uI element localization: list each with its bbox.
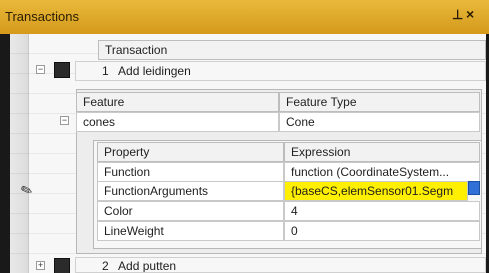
- property-name: FunctionArguments: [104, 184, 209, 198]
- expander-feature-cones[interactable]: −: [60, 116, 69, 125]
- feature-type-header: Feature Type: [279, 92, 480, 112]
- expression-value: 0: [291, 224, 298, 238]
- property-row-lineweight[interactable]: LineWeight: [97, 221, 284, 241]
- expression-row-color[interactable]: 4: [284, 201, 480, 221]
- property-name: Function: [104, 165, 151, 179]
- feature-type-cell[interactable]: Cone: [279, 112, 480, 132]
- transaction-1-label: Add leidingen: [118, 64, 191, 78]
- transaction-row-2[interactable]: 2 Add putten: [75, 257, 486, 273]
- expression-value: function (CoordinateSystem...: [291, 165, 450, 179]
- expression-value: 4: [291, 204, 298, 218]
- panel-title: Transactions: [5, 9, 79, 24]
- close-icon[interactable]: ×: [466, 6, 474, 22]
- transaction-1-index: 1: [102, 64, 109, 78]
- transaction-2-index: 2: [102, 259, 109, 273]
- transaction-column-header: Transaction: [98, 40, 486, 60]
- expression-row-functionarguments[interactable]: {baseCS,elemSensor01.Segm: [284, 181, 468, 201]
- property-row-functionarguments[interactable]: FunctionArguments: [97, 181, 284, 201]
- transaction-1-icon: [54, 62, 70, 78]
- transaction-2-icon: [54, 258, 70, 273]
- expression-value: {baseCS,elemSensor01.Segm: [291, 184, 454, 198]
- feature-header: Feature: [76, 92, 279, 112]
- expression-header-label: Expression: [291, 145, 351, 159]
- transaction-column-header-label: Transaction: [105, 43, 168, 57]
- property-header: Property: [97, 142, 284, 162]
- panel-title-bar: Transactions ⊥ ×: [0, 0, 489, 34]
- expander-transaction-1[interactable]: −: [36, 65, 45, 74]
- feature-header-label: Feature: [83, 95, 125, 109]
- property-header-label: Property: [104, 145, 150, 159]
- pin-icon[interactable]: ⊥: [452, 7, 463, 23]
- expression-header: Expression: [284, 142, 480, 162]
- transaction-row-1[interactable]: 1 Add leidingen: [75, 61, 486, 81]
- expander-transaction-2[interactable]: +: [36, 261, 45, 270]
- feature-type-value: Cone: [286, 115, 315, 129]
- expression-row-lineweight[interactable]: 0: [284, 221, 480, 241]
- property-row-function[interactable]: Function: [97, 162, 284, 182]
- property-name: Color: [104, 204, 133, 218]
- transactions-panel: Transactions ⊥ × Transaction − 1 Add lei…: [0, 0, 489, 273]
- expression-dropdown-button[interactable]: [468, 181, 480, 195]
- transaction-2-label: Add putten: [118, 259, 177, 273]
- feature-type-header-label: Feature Type: [286, 95, 357, 109]
- feature-value: cones: [83, 115, 116, 129]
- row-gutter: [10, 34, 29, 273]
- feature-cell[interactable]: cones: [76, 112, 279, 132]
- property-row-color[interactable]: Color: [97, 201, 284, 221]
- property-name: LineWeight: [104, 224, 164, 238]
- expression-row-function[interactable]: function (CoordinateSystem...: [284, 162, 480, 182]
